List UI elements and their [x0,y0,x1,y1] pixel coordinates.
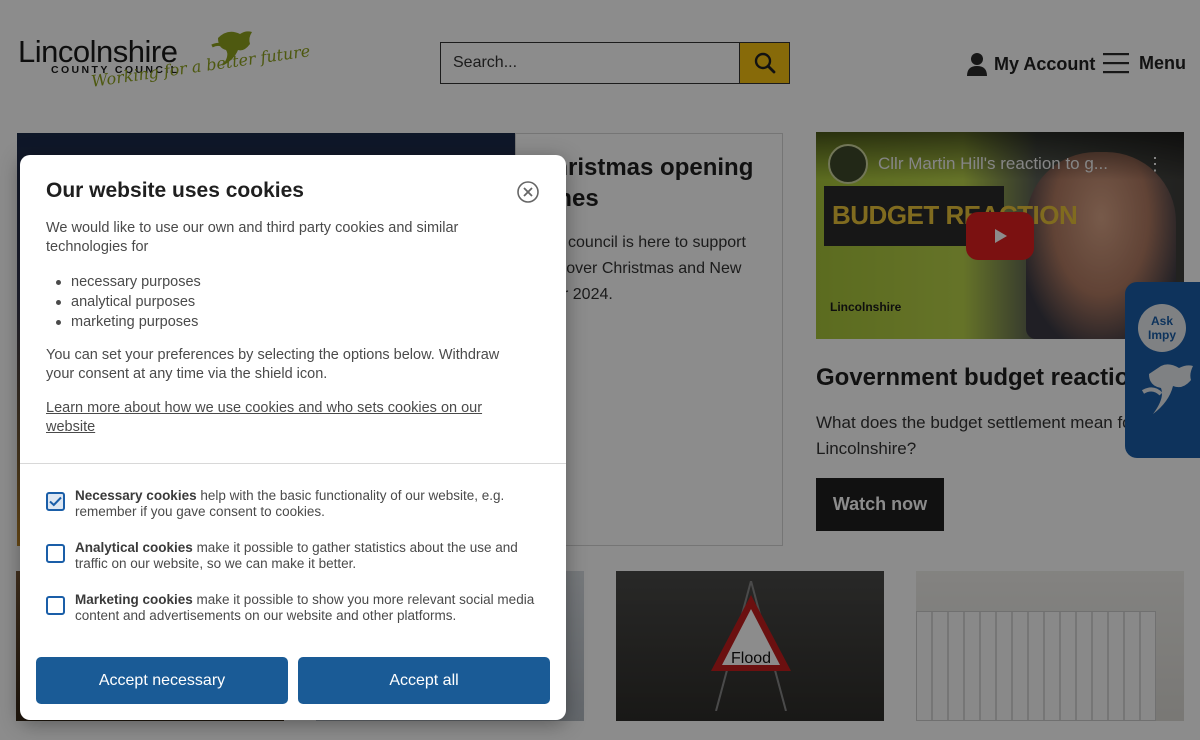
necessary-cookies-label: Necessary cookies help with the basic fu… [75,488,535,520]
purpose-item: marketing purposes [46,312,516,332]
cookie-preferences-text: You can set your preferences by selectin… [46,347,500,382]
option-name: Marketing cookies [75,592,193,607]
cookie-learn-more-link[interactable]: Learn more about how we use cookies and … [46,399,526,437]
option-name: Analytical cookies [75,540,193,555]
option-name: Necessary cookies [75,488,197,503]
checkmark-icon [49,496,62,507]
necessary-cookies-option: Necessary cookies help with the basic fu… [46,488,536,520]
marketing-cookies-option: Marketing cookies make it possible to sh… [46,592,536,624]
necessary-cookies-checkbox[interactable] [46,492,65,511]
accept-all-button[interactable]: Accept all [298,657,550,704]
analytical-cookies-checkbox[interactable] [46,544,65,563]
cookie-purposes-list: necessary purposes analytical purposes m… [46,272,516,332]
close-icon[interactable] [516,180,540,204]
purpose-item: necessary purposes [46,272,516,292]
analytical-cookies-option: Analytical cookies make it possible to g… [46,540,536,572]
divider [20,463,566,464]
marketing-cookies-checkbox[interactable] [46,596,65,615]
cookie-consent-dialog: Our website uses cookies We would like t… [20,155,566,720]
cookie-intro-text: We would like to use our own and third p… [46,220,459,255]
analytical-cookies-label: Analytical cookies make it possible to g… [75,540,535,572]
purpose-item: analytical purposes [46,292,516,312]
accept-necessary-button[interactable]: Accept necessary [36,657,288,704]
marketing-cookies-label: Marketing cookies make it possible to sh… [75,592,535,624]
cookie-dialog-title: Our website uses cookies [46,179,304,202]
